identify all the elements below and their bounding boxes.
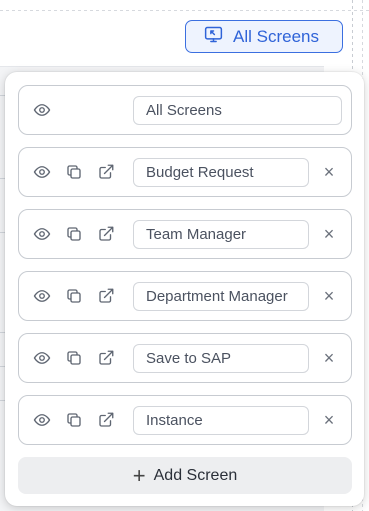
screens-panel: All Screens Budget Request × Team Manage… [5, 72, 364, 506]
eye-icon[interactable] [33, 225, 51, 243]
external-link-icon[interactable] [97, 163, 115, 181]
add-screen-label: Add Screen [153, 466, 238, 484]
external-link-icon[interactable] [97, 225, 115, 243]
screen-row: Instance × [18, 395, 352, 445]
copy-icon[interactable] [65, 163, 83, 181]
screen-name-field[interactable]: Team Manager [133, 220, 309, 249]
all-screens-button[interactable]: All Screens [185, 20, 343, 53]
add-screen-button[interactable]: + Add Screen [18, 457, 352, 494]
screen-name-field[interactable]: All Screens [133, 96, 342, 125]
external-link-icon[interactable] [97, 349, 115, 367]
eye-icon[interactable] [33, 411, 51, 429]
eye-icon[interactable] [33, 101, 51, 119]
dotted-guide [0, 10, 369, 11]
screen-name-field[interactable]: Instance [133, 406, 309, 435]
copy-icon[interactable] [65, 287, 83, 305]
screen-row: All Screens [18, 85, 352, 135]
screen-name-field[interactable]: Save to SAP [133, 344, 309, 373]
screen-name-field[interactable]: Department Manager [133, 282, 309, 311]
all-screens-button-label: All Screens [233, 26, 319, 46]
screen-cursor-icon [203, 24, 224, 50]
eye-icon[interactable] [33, 287, 51, 305]
copy-icon[interactable] [65, 411, 83, 429]
close-icon[interactable]: × [319, 286, 339, 306]
screen-row: Save to SAP × [18, 333, 352, 383]
close-icon[interactable]: × [319, 162, 339, 182]
screen-row: Team Manager × [18, 209, 352, 259]
screen-name-field[interactable]: Budget Request [133, 158, 309, 187]
close-icon[interactable]: × [319, 410, 339, 430]
external-link-icon[interactable] [97, 287, 115, 305]
copy-icon[interactable] [65, 225, 83, 243]
close-icon[interactable]: × [319, 348, 339, 368]
screen-row: Budget Request × [18, 147, 352, 197]
close-icon[interactable]: × [319, 224, 339, 244]
eye-icon[interactable] [33, 349, 51, 367]
copy-icon[interactable] [65, 349, 83, 367]
plus-icon: + [132, 462, 146, 488]
external-link-icon[interactable] [97, 411, 115, 429]
screen-row: Department Manager × [18, 271, 352, 321]
eye-icon[interactable] [33, 163, 51, 181]
